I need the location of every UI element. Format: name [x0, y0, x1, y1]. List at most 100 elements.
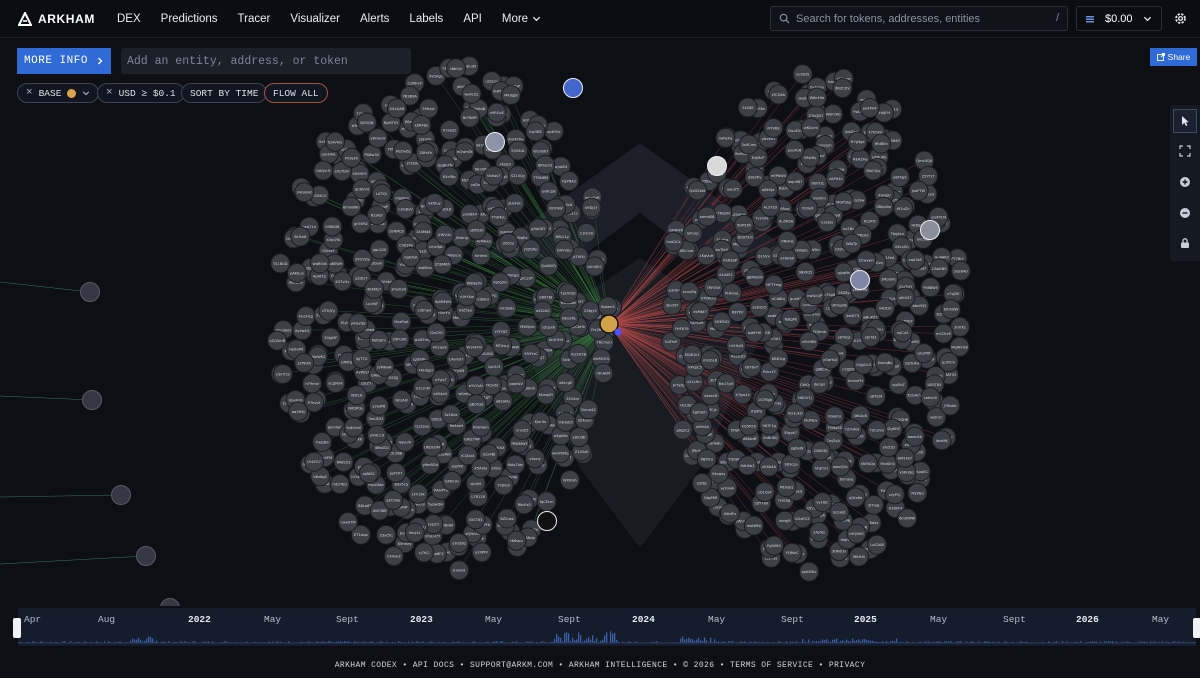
entity-node[interactable]: Q1Zpvp [412, 416, 433, 437]
entity-node[interactable]: JqJTTG [351, 348, 372, 369]
entity-node[interactable]: xDkZBt [569, 427, 590, 448]
entity-node[interactable]: 950YzC [521, 343, 542, 364]
entity-node[interactable]: 22v091 [426, 322, 447, 343]
entity-node[interactable]: Lebvh0 [920, 387, 941, 408]
entity-node[interactable]: K0wVam [470, 416, 491, 437]
entity-avatar-node[interactable] [850, 270, 870, 290]
entity-node[interactable]: XdUkb1 [737, 455, 758, 476]
footer-link-support[interactable]: SUPPORT@ARKM.COM [470, 661, 553, 670]
nav-item-api[interactable]: API [453, 0, 492, 38]
entity-node[interactable]: Qcwywn [856, 250, 877, 271]
entity-node[interactable]: awacXb [904, 426, 925, 447]
footer-link-api-docs[interactable]: API DOCS [413, 661, 455, 670]
entity-node[interactable]: C1tU3U [576, 222, 597, 243]
entity-node[interactable]: yGqHsU [820, 349, 841, 370]
entity-node[interactable]: uJFhD4 [865, 386, 886, 407]
entity-node[interactable]: sZqys6 [538, 317, 559, 338]
entity-node[interactable]: YqEUm0 [343, 417, 364, 438]
entity-node[interactable]: sqbFH0 [744, 322, 765, 343]
footer-link-privacy[interactable]: PRIVACY [829, 661, 865, 670]
timeline-scrubber[interactable]: Apr Aug 2022 May Sept 2023 May Sept 2024 May Sept 2… [18, 608, 1196, 646]
entity-node[interactable]: HF7Ymg [763, 274, 784, 295]
entity-node[interactable]: n9RGvE [486, 102, 507, 123]
entity-node[interactable]: ZsZjtE [737, 97, 758, 118]
entity-node[interactable]: 9yMMW4 [432, 291, 453, 312]
entity-node[interactable]: mD7RjG [329, 474, 350, 495]
entity-node[interactable]: NsKqtm [368, 329, 389, 350]
entity-node[interactable]: Jr3w2d [449, 560, 470, 581]
entity-node[interactable]: Ss1xB1 [829, 501, 850, 522]
entity-node[interactable]: 1FF16k [408, 483, 429, 504]
entity-node[interactable]: S5CT63 [465, 509, 486, 530]
entity-node[interactable]: pytYX7 [386, 462, 407, 483]
entity-node[interactable]: K5cfRp [439, 166, 460, 187]
entity-node[interactable]: WXhhjh [559, 470, 580, 491]
entity-node[interactable]: MGPSbp [833, 191, 854, 212]
entity-node[interactable]: wKJucm [800, 117, 821, 138]
entity-node[interactable]: ssBtSC [358, 463, 379, 484]
entity-node[interactable]: 3rTxqL [864, 494, 885, 515]
entity-node[interactable]: SBkpXw [873, 196, 894, 217]
entity-node[interactable] [136, 546, 156, 566]
entity-node[interactable]: 24QmHz [294, 182, 315, 203]
entity-node[interactable]: R8YPrr [727, 302, 748, 323]
lock-button[interactable] [1173, 231, 1197, 255]
entity-node[interactable]: 2Ay5js [809, 521, 830, 542]
more-info-button[interactable]: MORE INFO [17, 48, 111, 74]
entity-node[interactable]: FgPNA2 [559, 170, 580, 191]
entity-node[interactable]: 0J9tLA [346, 385, 367, 406]
entity-node[interactable]: gAgzCJ [672, 419, 693, 440]
wallet-button[interactable]: $0.00 [1076, 6, 1162, 31]
entity-node[interactable]: K9eEhj [824, 406, 845, 427]
entity-node[interactable]: afkU5T [895, 287, 916, 308]
entity-node[interactable]: WBjTJr [841, 233, 862, 254]
timeline-end-handle[interactable] [1193, 618, 1200, 638]
entity-node[interactable]: 3xXCms [738, 134, 759, 155]
entity-node[interactable]: 8faCQq [863, 160, 884, 181]
entity-node[interactable]: UGzEG3 [792, 508, 813, 529]
entity-node[interactable]: rFFVBE [763, 118, 784, 139]
entity-node[interactable]: ALSTzD [760, 197, 781, 218]
entity-node[interactable]: aq3H6j [288, 401, 309, 422]
entity-node[interactable]: ERrn8W [940, 299, 961, 320]
entity-node[interactable]: MAs7Aw [505, 454, 526, 475]
entity-node[interactable]: MQB1k1 [682, 344, 703, 365]
entity-node[interactable]: MW5jdn [517, 316, 538, 337]
entity-node[interactable]: vy16jC [812, 492, 833, 513]
entity-node[interactable]: TZm40s [842, 419, 863, 440]
entity-node[interactable]: n3GBxV [395, 199, 416, 220]
entity-node[interactable]: jrb5ny [498, 232, 519, 253]
entity-node[interactable]: u3UZ8q [448, 532, 469, 553]
entity-avatar-node[interactable] [537, 511, 557, 531]
entity-node[interactable]: jsDtJs [692, 473, 713, 494]
entity-node[interactable]: nrvzb5 [512, 419, 533, 440]
entity-node[interactable]: Y98BW5 [920, 277, 941, 298]
entity-node[interactable]: v4zeeD [700, 385, 721, 406]
entity-node[interactable]: SkTck8 [290, 226, 311, 247]
entity-node[interactable]: xvuuRq [679, 281, 700, 302]
gear-icon[interactable] [1172, 10, 1189, 27]
timeline-start-handle[interactable] [13, 618, 21, 638]
entity-node[interactable]: RrtF9W [546, 198, 567, 219]
entity-node[interactable]: RA8103 [333, 451, 354, 472]
entity-node[interactable]: gBMbmR [744, 266, 765, 287]
entity-node[interactable]: fgCELm [536, 491, 557, 512]
entity-node[interactable]: QXNcUv [441, 470, 462, 491]
entity-node[interactable]: 1KqVuH [696, 245, 717, 266]
entity-node[interactable]: evrqj9 [774, 510, 795, 531]
entity-node[interactable]: nwQcQP [804, 285, 825, 306]
entity-node[interactable]: 0hcjXL [404, 522, 425, 543]
entity-node[interactable]: 3KtfH0 [848, 546, 869, 567]
entity-node[interactable]: W6c40e [806, 87, 827, 108]
footer-link-codex[interactable]: ARKHAM CODEX [335, 661, 397, 670]
entity-node[interactable]: yfx5zD [878, 437, 899, 458]
entity-avatar-node[interactable] [920, 220, 940, 240]
entity-node[interactable]: DXVnbu [554, 239, 575, 260]
entity-node[interactable]: d1LznM [412, 378, 433, 399]
entity-node[interactable]: th4ws7 [483, 165, 504, 186]
zoom-in-button[interactable] [1173, 170, 1197, 194]
entity-node[interactable]: 144Mq4 [413, 221, 434, 242]
entity-node[interactable]: exMbt7 [690, 301, 711, 322]
nav-item-more[interactable]: More [492, 0, 551, 38]
entity-node[interactable]: 53V64L [508, 140, 529, 161]
